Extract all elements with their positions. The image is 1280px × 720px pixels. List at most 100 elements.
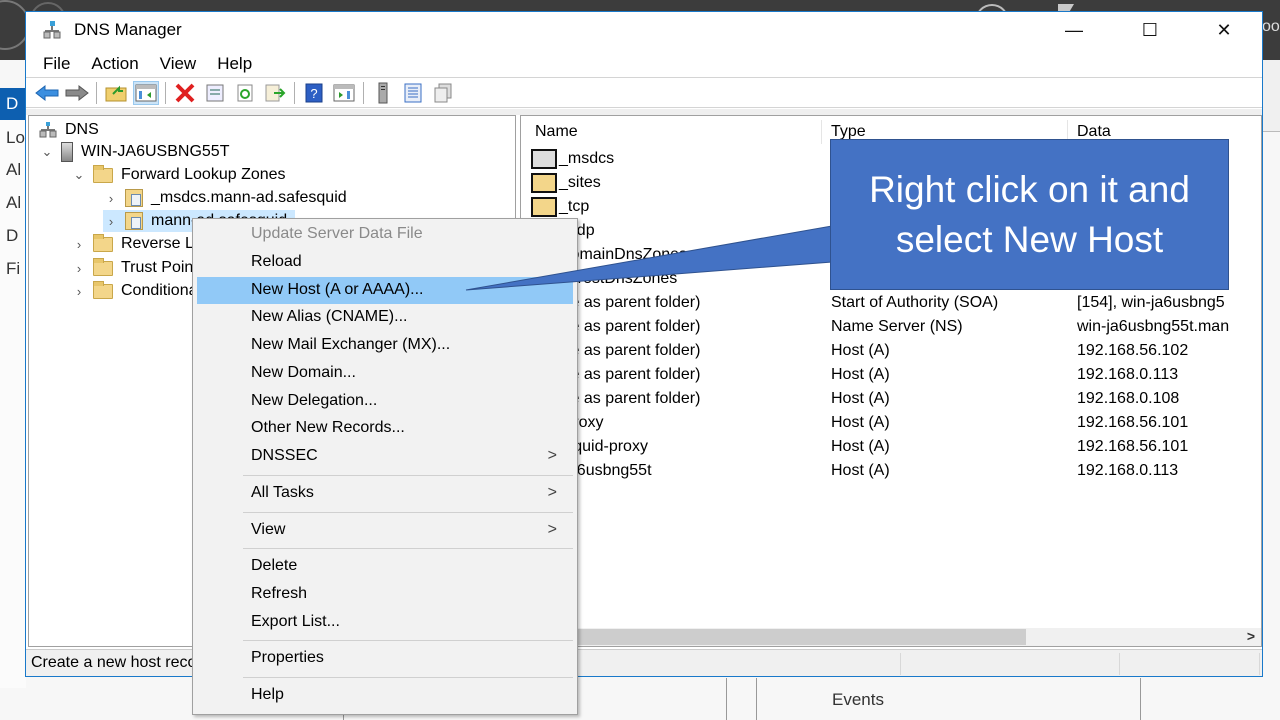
table-row[interactable]: (same as parent folder) Start of Authorit… — [521, 292, 1261, 316]
refresh-icon — [237, 84, 253, 101]
maximize-button[interactable]: ☐ — [1118, 12, 1182, 48]
menu-file[interactable]: File — [43, 54, 70, 74]
minimize-button[interactable]: — — [1042, 12, 1106, 48]
menu-item-label: New Delegation... — [251, 392, 378, 409]
status-divider — [1119, 653, 1120, 675]
help-button[interactable]: ? — [301, 81, 327, 105]
annotation-callout: Right click on it and select New Host — [830, 139, 1229, 290]
table-row[interactable]: (same as parent folder) Host (A) 192.168.0… — [521, 364, 1261, 388]
menu-bar: File Action View Help — [26, 50, 1262, 78]
menu-item-new-domain[interactable]: New Domain... — [197, 360, 573, 387]
divider — [756, 678, 757, 720]
properties-button[interactable] — [202, 81, 228, 105]
nav-item-dashboard[interactable]: D — [0, 88, 26, 120]
status-text: Create a new host record. — [31, 654, 216, 671]
nav-item-ad[interactable]: Al — [6, 193, 21, 213]
delete-button[interactable] — [172, 81, 198, 105]
tree-label: DNS — [65, 121, 99, 138]
chevron-right-icon[interactable]: › — [71, 237, 87, 252]
menu-item-other-new-records[interactable]: Other New Records... — [197, 415, 573, 442]
title-bar[interactable]: DNS Manager — ☐ ✕ — [26, 12, 1262, 48]
cell-type: Host (A) — [831, 462, 890, 479]
dns-icon — [39, 122, 57, 138]
status-divider — [900, 653, 901, 675]
scrollbar-thumb[interactable] — [521, 629, 1026, 645]
server-button[interactable] — [370, 81, 396, 105]
nav-item-local-server[interactable]: Lo — [6, 128, 25, 148]
export-list-button[interactable] — [262, 81, 288, 105]
right-panel — [1262, 60, 1280, 132]
menu-view[interactable]: View — [160, 54, 197, 74]
toolbar-separator — [363, 81, 364, 104]
menu-separator — [243, 677, 573, 678]
menu-item-help[interactable]: Help — [197, 682, 573, 709]
refresh-button[interactable] — [232, 81, 258, 105]
close-button[interactable]: ✕ — [1192, 12, 1256, 48]
horizontal-scrollbar[interactable]: > — [521, 628, 1261, 646]
nav-item-dns[interactable]: D — [6, 226, 18, 246]
menu-item-new-mail-exchanger-mx[interactable]: New Mail Exchanger (MX)... — [197, 332, 573, 359]
list-view-button[interactable] — [400, 81, 426, 105]
tree-node-forward-lookup-zones[interactable]: ⌄ Forward Lookup Zones — [71, 164, 286, 186]
server-manager-nav: D Lo Al Al D Fi — [0, 88, 26, 688]
tree-node-dns[interactable]: DNS — [39, 119, 99, 141]
tree-node-trust-points[interactable]: › Trust Points — [71, 257, 206, 279]
show-hide-action-pane-button[interactable] — [331, 81, 357, 105]
menu-separator — [243, 548, 573, 549]
menu-item-new-delegation[interactable]: New Delegation... — [197, 388, 573, 415]
table-row[interactable]: safesquid-proxy Host (A) 192.168.56.101 — [521, 436, 1261, 460]
chevron-right-icon[interactable]: › — [103, 191, 119, 206]
menu-help[interactable]: Help — [217, 54, 252, 74]
table-row[interactable]: (same as parent folder) Host (A) 192.168.5… — [521, 340, 1261, 364]
chevron-right-icon[interactable]: › — [103, 214, 119, 229]
nav-item-file-services[interactable]: Fi — [6, 259, 20, 279]
cell-type: Name Server (NS) — [831, 318, 963, 335]
chevron-right-icon[interactable]: › — [71, 284, 87, 299]
cell-type: Host (A) — [831, 414, 890, 431]
top-right-text: oo — [1262, 18, 1280, 35]
table-row[interactable]: (same as parent folder) Name Server (NS) w… — [521, 316, 1261, 340]
cell-data: [154], win-ja6usbng5 — [1077, 294, 1225, 311]
up-one-level-button[interactable] — [103, 81, 129, 105]
status-divider — [1259, 653, 1260, 675]
tree-node-msdcs-zone[interactable]: › _msdcs.mann-ad.safesquid — [103, 187, 347, 209]
tree-node-server[interactable]: ⌄ WIN-JA6USBNG55T — [39, 141, 229, 163]
menu-item-label: Other New Records... — [251, 419, 405, 436]
table-row[interactable]: win-ja6usbng55t Host (A) 192.168.0.113 — [521, 460, 1261, 484]
action-pane-icon — [333, 84, 355, 101]
menu-item-label: Update Server Data File — [251, 225, 423, 242]
menu-item-dnssec[interactable]: DNSSEC > — [197, 443, 573, 470]
menu-item-new-host-a-or-aaaa[interactable]: New Host (A or AAAA)... — [197, 277, 573, 304]
events-label: Events — [832, 690, 884, 709]
menu-item-label: Delete — [251, 557, 298, 574]
menu-item-properties[interactable]: Properties — [197, 645, 573, 672]
back-button[interactable] — [34, 81, 60, 105]
properties-icon — [206, 84, 224, 101]
cell-type: Start of Authority (SOA) — [831, 294, 999, 311]
menu-item-label: All Tasks — [251, 484, 314, 501]
menu-item-new-alias-cname[interactable]: New Alias (CNAME)... — [197, 304, 573, 331]
menu-item-refresh[interactable]: Refresh — [197, 581, 573, 608]
chevron-down-icon[interactable]: ⌄ — [39, 144, 55, 160]
forward-button[interactable] — [64, 81, 90, 105]
menu-item-export-list[interactable]: Export List... — [197, 609, 573, 636]
menu-action[interactable]: Action — [91, 54, 138, 74]
table-row[interactable]: (same as parent folder) Host (A) 192.168.0… — [521, 388, 1261, 412]
nav-item-all-servers[interactable]: Al — [6, 160, 21, 180]
menu-item-delete[interactable]: Delete — [197, 553, 573, 580]
cell-type: Host (A) — [831, 390, 890, 407]
back-icon — [35, 84, 59, 101]
copy-button[interactable] — [430, 81, 456, 105]
menu-item-reload[interactable]: Reload — [197, 249, 573, 276]
table-row[interactable]: webproxyHost (A)192.168.56.101 — [521, 412, 1261, 436]
scroll-right-icon[interactable]: > — [1247, 628, 1255, 644]
menu-item-label: New Alias (CNAME)... — [251, 308, 408, 325]
column-divider[interactable] — [821, 120, 822, 144]
chevron-down-icon[interactable]: ⌄ — [71, 167, 87, 183]
show-hide-console-tree-button[interactable] — [133, 80, 159, 105]
cell-data: 192.168.0.113 — [1077, 366, 1179, 383]
menu-item-view[interactable]: View > — [197, 517, 573, 544]
menu-item-all-tasks[interactable]: All Tasks > — [197, 480, 573, 507]
chevron-right-icon[interactable]: › — [71, 261, 87, 276]
column-header-name[interactable]: Name — [535, 123, 578, 141]
